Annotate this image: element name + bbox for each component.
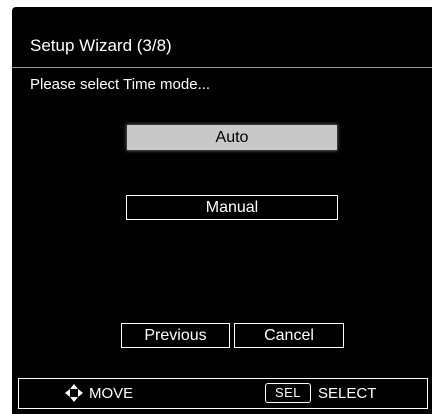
move-hint-label: MOVE — [89, 385, 134, 402]
sel-key-icon: SEL — [265, 383, 311, 403]
previous-button[interactable]: Previous — [121, 323, 230, 348]
dialog-title: Setup Wizard (3/8) — [30, 36, 172, 55]
time-mode-option-manual[interactable]: Manual — [126, 195, 338, 220]
select-hint-label: SELECT — [318, 385, 377, 402]
four-way-arrow-icon — [65, 384, 83, 402]
setup-wizard-dialog: Setup Wizard (3/8) Please select Time mo… — [12, 7, 432, 414]
cancel-button[interactable]: Cancel — [234, 323, 344, 348]
dialog-prompt: Please select Time mode... — [30, 76, 211, 93]
title-divider — [12, 67, 432, 68]
time-mode-option-auto[interactable]: Auto — [127, 125, 337, 150]
control-hint-bar: MOVE SEL SELECT — [18, 378, 428, 409]
